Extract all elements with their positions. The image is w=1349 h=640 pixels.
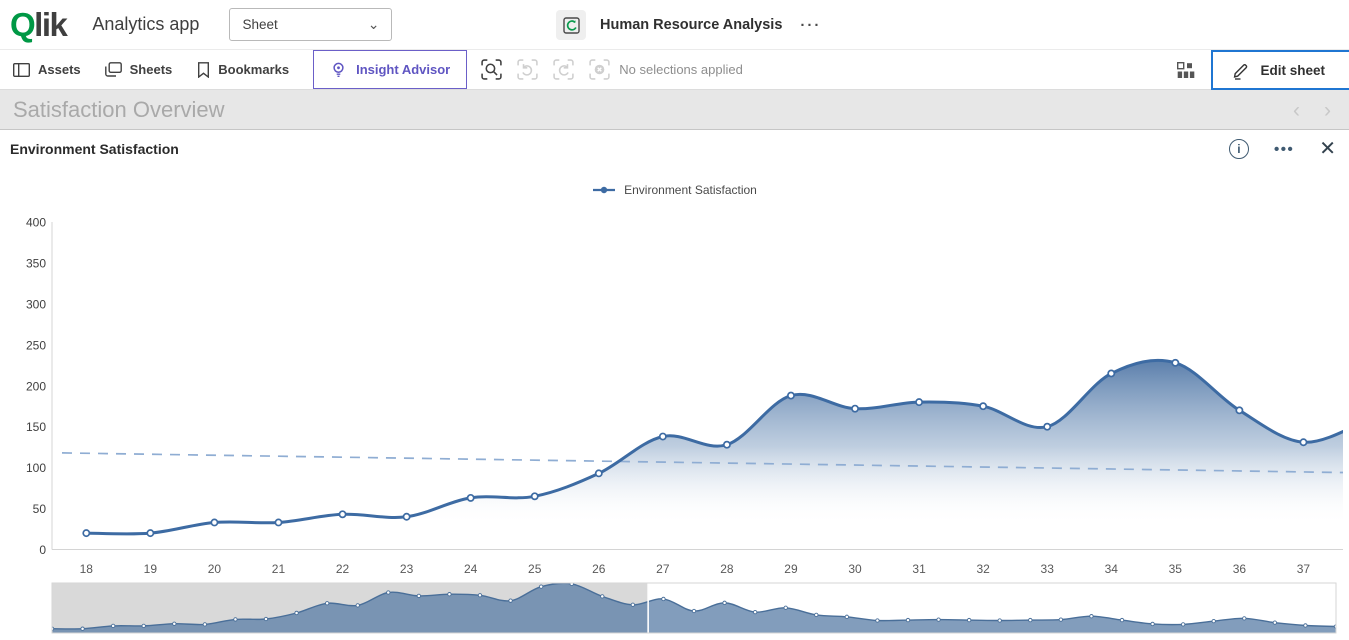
clear-selections-icon xyxy=(588,58,611,81)
toolbar-right: Edit sheet xyxy=(1177,50,1349,90)
svg-text:300: 300 xyxy=(26,297,46,311)
chevron-down-icon: ⌄ xyxy=(368,20,380,28)
qlik-logo-lik: lik xyxy=(34,6,66,43)
toolbar-item-sheets[interactable]: Sheets xyxy=(105,62,173,77)
clear-selections-button[interactable] xyxy=(588,58,611,81)
svg-text:22: 22 xyxy=(336,562,350,576)
toolbar-item-label: Sheets xyxy=(130,62,173,77)
svg-text:19: 19 xyxy=(144,562,158,576)
qlik-logo-q: Q xyxy=(10,6,34,43)
svg-text:33: 33 xyxy=(1041,562,1055,576)
svg-text:31: 31 xyxy=(912,562,926,576)
svg-text:100: 100 xyxy=(26,461,46,475)
undo-selection-icon xyxy=(516,58,539,81)
svg-text:26: 26 xyxy=(592,562,606,576)
svg-text:350: 350 xyxy=(26,256,46,270)
sheet-selector-value: Sheet xyxy=(242,17,277,32)
svg-text:37: 37 xyxy=(1297,562,1311,576)
svg-text:18: 18 xyxy=(80,562,94,576)
chart-actions: i ••• ✕ xyxy=(1229,139,1336,159)
insight-advisor-label: Insight Advisor xyxy=(356,62,450,77)
range-navigator xyxy=(50,582,1337,633)
svg-text:25: 25 xyxy=(528,562,542,576)
sheet-nav: ‹ › xyxy=(1293,90,1331,130)
toolbar-item-label: Bookmarks xyxy=(218,62,289,77)
selection-tools xyxy=(480,58,611,81)
app-title-more-icon[interactable]: ··· xyxy=(800,17,821,34)
environment-satisfaction-card: Environment Satisfaction i ••• ✕ Environ… xyxy=(0,130,1349,640)
smart-search-button[interactable] xyxy=(480,58,503,81)
app-chart-glyph-icon xyxy=(563,17,580,34)
svg-text:27: 27 xyxy=(656,562,670,576)
insight-advisor-button[interactable]: Insight Advisor xyxy=(313,50,467,89)
bookmark-icon xyxy=(197,62,210,78)
grid-layout-icon xyxy=(1177,62,1195,78)
environment-satisfaction-line-chart[interactable]: 0 50 100 150 200 250 300 350 400 18 19 20 21 22 23 24 25… xyxy=(0,130,1349,640)
selections-status: No selections applied xyxy=(619,62,743,77)
close-icon[interactable]: ✕ xyxy=(1319,139,1336,159)
svg-text:29: 29 xyxy=(784,562,798,576)
sheet-title: Satisfaction Overview xyxy=(13,97,225,123)
svg-text:30: 30 xyxy=(848,562,862,576)
app-title[interactable]: Human Resource Analysis xyxy=(600,17,782,33)
svg-text:32: 32 xyxy=(976,562,990,576)
smart-search-icon xyxy=(480,58,503,81)
app-thumbnail-icon[interactable] xyxy=(556,10,586,40)
previous-sheet-icon[interactable]: ‹ xyxy=(1293,100,1300,121)
svg-text:50: 50 xyxy=(33,502,47,516)
edit-sheet-button[interactable]: Edit sheet xyxy=(1211,50,1349,90)
svg-text:34: 34 xyxy=(1105,562,1119,576)
svg-text:28: 28 xyxy=(720,562,734,576)
toolbar-item-bookmarks[interactable]: Bookmarks xyxy=(197,62,289,78)
svg-text:20: 20 xyxy=(208,562,222,576)
insight-advisor-icon xyxy=(330,61,347,78)
svg-text:36: 36 xyxy=(1233,562,1247,576)
qlik-logo[interactable]: Qlik xyxy=(10,8,66,41)
chart-legend: Environment Satisfaction xyxy=(0,183,1349,197)
svg-text:24: 24 xyxy=(464,562,478,576)
app-header: Qlik Analytics app Sheet ⌄ Human Resourc… xyxy=(0,0,1349,50)
sheet-grid-button[interactable] xyxy=(1177,62,1195,78)
pencil-icon xyxy=(1231,61,1250,80)
sheet-titlebar: Satisfaction Overview ‹ › xyxy=(0,90,1349,130)
toolbar-item-label: Assets xyxy=(38,62,81,77)
toolbar-item-assets[interactable]: Assets xyxy=(13,62,81,77)
qlik-app-window: Qlik Analytics app Sheet ⌄ Human Resourc… xyxy=(0,0,1349,640)
more-options-icon[interactable]: ••• xyxy=(1274,141,1294,158)
svg-text:23: 23 xyxy=(400,562,414,576)
edit-sheet-label: Edit sheet xyxy=(1260,63,1325,78)
next-sheet-icon[interactable]: › xyxy=(1324,100,1331,121)
info-icon[interactable]: i xyxy=(1229,139,1249,159)
svg-text:0: 0 xyxy=(39,543,46,557)
sheets-icon xyxy=(105,62,122,77)
sheet-selector-dropdown[interactable]: Sheet ⌄ xyxy=(229,8,392,41)
svg-text:200: 200 xyxy=(26,379,46,393)
sheet-toolbar: Assets Sheets Bookmarks Insight Advisor xyxy=(0,50,1349,90)
redo-selection-icon xyxy=(552,58,575,81)
chart-title: Environment Satisfaction xyxy=(10,141,179,157)
svg-text:400: 400 xyxy=(26,216,46,230)
step-back-button[interactable] xyxy=(516,58,539,81)
chart-header: Environment Satisfaction i ••• ✕ xyxy=(10,139,1336,159)
legend-label: Environment Satisfaction xyxy=(624,183,757,197)
svg-text:250: 250 xyxy=(26,338,46,352)
step-forward-button[interactable] xyxy=(552,58,575,81)
assets-icon xyxy=(13,63,30,77)
legend-series-marker-icon xyxy=(592,185,616,195)
app-title-group: Human Resource Analysis ··· xyxy=(556,0,821,50)
app-type-label: Analytics app xyxy=(92,14,199,35)
svg-text:35: 35 xyxy=(1169,562,1183,576)
svg-text:21: 21 xyxy=(272,562,286,576)
svg-text:150: 150 xyxy=(26,420,46,434)
